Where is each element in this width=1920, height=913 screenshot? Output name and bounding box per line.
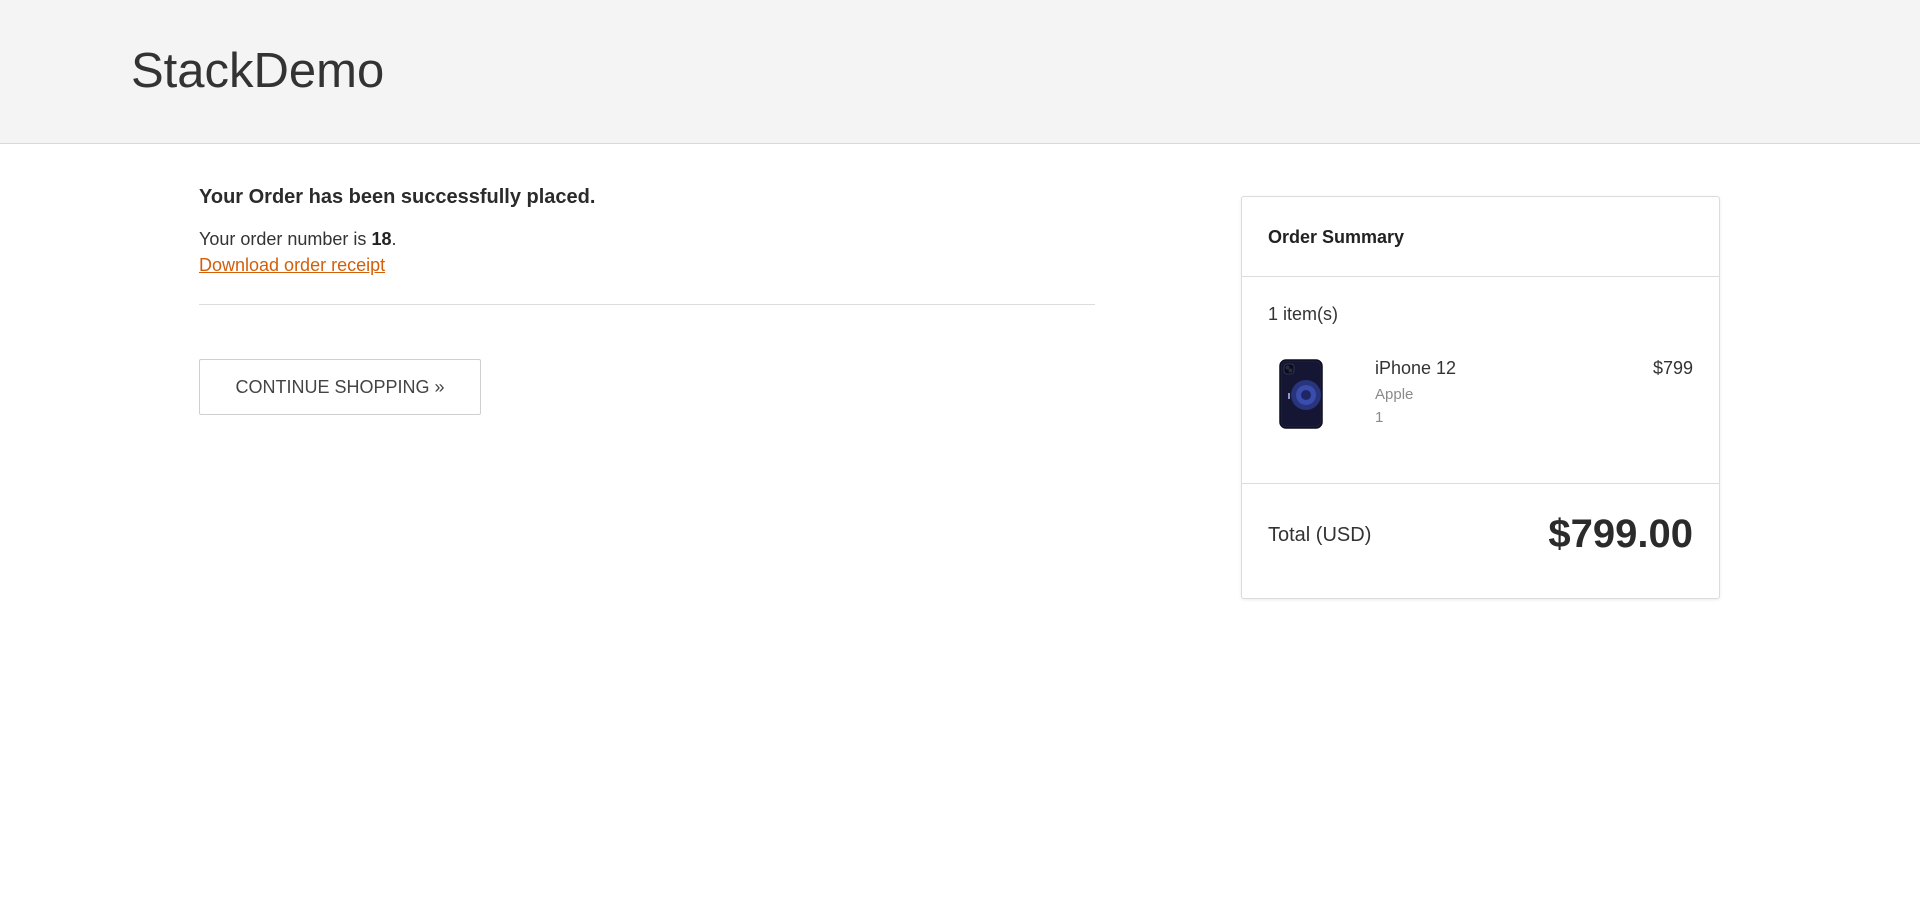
confirmation-title: Your Order has been successfully placed. [199,186,596,208]
total-label: Total (USD) [1268,524,1372,546]
download-receipt-link[interactable]: Download order receipt [199,254,385,276]
item-count: 1 item(s) [1268,304,1339,324]
product-brand: Apple [1375,386,1414,403]
brand-logo-text[interactable]: StackDemo [131,41,384,101]
order-summary-header: Order Summary [1242,197,1719,277]
site-header: StackDemo [0,0,1920,144]
iphone-product-image-icon [1279,359,1323,429]
continue-shopping-button[interactable]: CONTINUE SHOPPING » [199,359,481,415]
order-summary-panel: Order Summary 1 item(s) iPhone 12 Apple … [1241,196,1720,599]
order-summary-total: Total (USD) $799.00 [1242,484,1719,598]
section-divider [199,304,1095,305]
order-number-suffix: . [391,229,397,249]
order-summary-title: Order Summary [1268,227,1405,247]
order-confirmation: Your Order has been successfully placed.… [199,184,1095,305]
product-quantity: 1 [1375,409,1384,426]
order-number-prefix: Your order number is [199,229,372,249]
order-number-line: Your order number is 18. [199,228,396,250]
product-price: $799 [1652,358,1693,378]
total-value: $799.00 [1548,512,1693,556]
product-name: iPhone 12 [1375,358,1457,378]
order-number: 18 [371,229,392,249]
order-summary-items: 1 item(s) iPhone 12 Apple 1 $799 [1242,277,1719,484]
